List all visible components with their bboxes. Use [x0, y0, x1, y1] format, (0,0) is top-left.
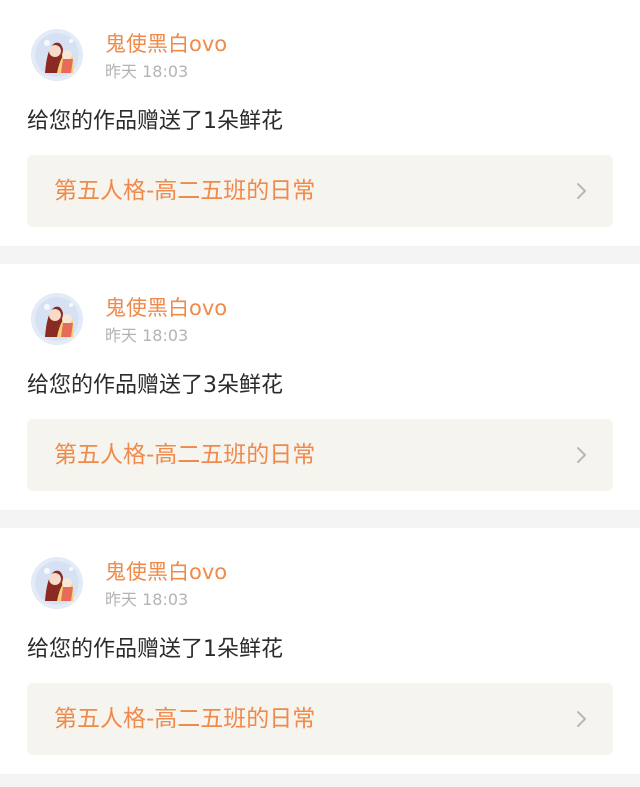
chevron-right-icon: [577, 447, 586, 463]
notification-card: 鬼使黑白ovo 昨天 18:03 给您的作品赠送了1朵鲜花 第五人格-高二五班的…: [0, 0, 640, 246]
notification-message: 给您的作品赠送了1朵鲜花: [27, 637, 283, 662]
chevron-right-icon: [577, 711, 586, 727]
work-link[interactable]: 第五人格-高二五班的日常: [27, 419, 613, 491]
chevron-right-icon: [577, 183, 586, 199]
username[interactable]: 鬼使黑白ovo: [105, 30, 227, 58]
work-link[interactable]: 第五人格-高二五班的日常: [27, 683, 613, 755]
notification-message: 给您的作品赠送了3朵鲜花: [27, 373, 283, 398]
username[interactable]: 鬼使黑白ovo: [105, 294, 227, 322]
username[interactable]: 鬼使黑白ovo: [105, 558, 227, 586]
card-divider: [0, 246, 640, 264]
notification-feed: 鬼使黑白ovo 昨天 18:03 给您的作品赠送了1朵鲜花 第五人格-高二五班的…: [0, 0, 640, 774]
work-link[interactable]: 第五人格-高二五班的日常: [27, 155, 613, 227]
work-title: 第五人格-高二五班的日常: [54, 442, 316, 468]
card-divider: [0, 510, 640, 528]
user-avatar[interactable]: [31, 557, 83, 609]
notification-message: 给您的作品赠送了1朵鲜花: [27, 109, 283, 134]
notification-card: 鬼使黑白ovo 昨天 18:03 给您的作品赠送了3朵鲜花 第五人格-高二五班的…: [0, 264, 640, 510]
avatar-illustration: [31, 293, 83, 345]
work-title: 第五人格-高二五班的日常: [54, 178, 316, 204]
work-title: 第五人格-高二五班的日常: [54, 706, 316, 732]
avatar-illustration: [31, 557, 83, 609]
avatar-illustration: [31, 29, 83, 81]
user-avatar[interactable]: [31, 29, 83, 81]
timestamp: 昨天 18:03: [105, 590, 189, 609]
notification-card: 鬼使黑白ovo 昨天 18:03 给您的作品赠送了1朵鲜花 第五人格-高二五班的…: [0, 528, 640, 774]
user-avatar[interactable]: [31, 293, 83, 345]
timestamp: 昨天 18:03: [105, 62, 189, 81]
timestamp: 昨天 18:03: [105, 326, 189, 345]
